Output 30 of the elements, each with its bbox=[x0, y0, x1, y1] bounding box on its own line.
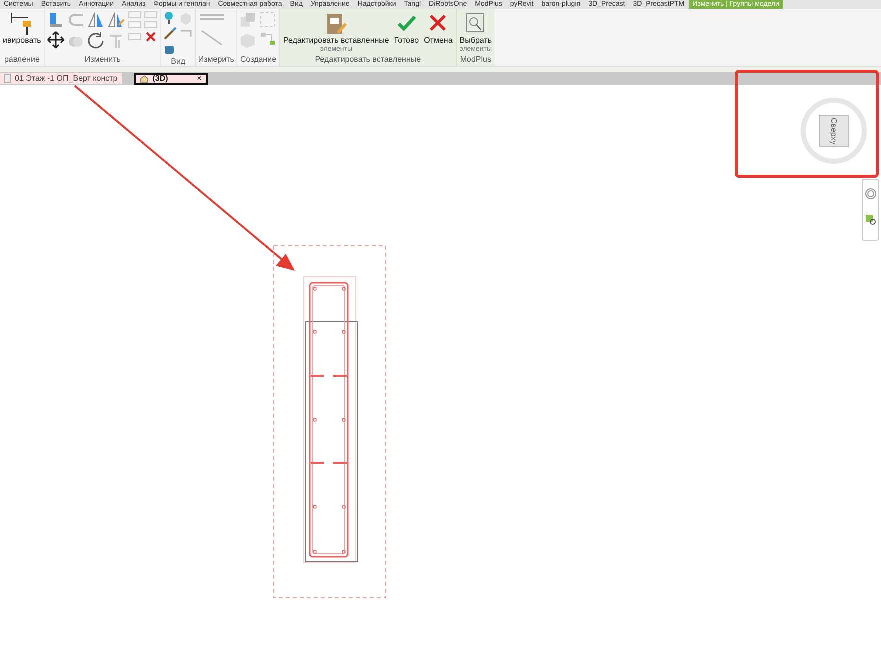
house-icon bbox=[140, 74, 149, 82]
view-cube[interactable]: Сверху bbox=[801, 98, 867, 164]
panel-title: Измерить bbox=[198, 55, 234, 66]
panel-title: Изменить bbox=[84, 55, 122, 66]
group-icon[interactable] bbox=[259, 11, 278, 29]
panel-title: Вид bbox=[170, 57, 187, 68]
view-cube-face[interactable]: Сверху bbox=[819, 115, 849, 147]
split-icon[interactable] bbox=[144, 11, 158, 19]
document-icon bbox=[4, 74, 11, 83]
component-icon[interactable] bbox=[239, 11, 258, 29]
part-icon[interactable] bbox=[239, 31, 258, 49]
panel-title: равление bbox=[3, 55, 41, 66]
panel-title: Редактировать вставленные bbox=[314, 55, 422, 66]
ribbon-button[interactable]: Готово bbox=[393, 11, 420, 45]
split-icon[interactable] bbox=[128, 11, 142, 19]
clipboard-icon bbox=[324, 11, 348, 37]
panel-title: ModPlus bbox=[459, 55, 492, 66]
brush-icon[interactable] bbox=[163, 27, 178, 41]
ribbon-button[interactable]: ивировать bbox=[2, 11, 42, 45]
move-icon[interactable] bbox=[47, 31, 66, 49]
view-tab[interactable]: (3D) × bbox=[134, 72, 208, 84]
mirror-icon[interactable] bbox=[87, 11, 106, 29]
mirror-draw-icon[interactable] bbox=[107, 11, 126, 29]
rotate-icon[interactable] bbox=[87, 31, 106, 49]
ribbon-button[interactable]: Отмена bbox=[423, 11, 454, 45]
zoom-icon[interactable] bbox=[864, 214, 876, 226]
steering-wheel-icon[interactable] bbox=[864, 188, 876, 200]
delete-icon[interactable] bbox=[145, 31, 158, 43]
panel-title: Создание bbox=[239, 55, 278, 66]
view-tab[interactable]: 01 Этаж -1 ОП_Верт констр bbox=[0, 73, 122, 84]
